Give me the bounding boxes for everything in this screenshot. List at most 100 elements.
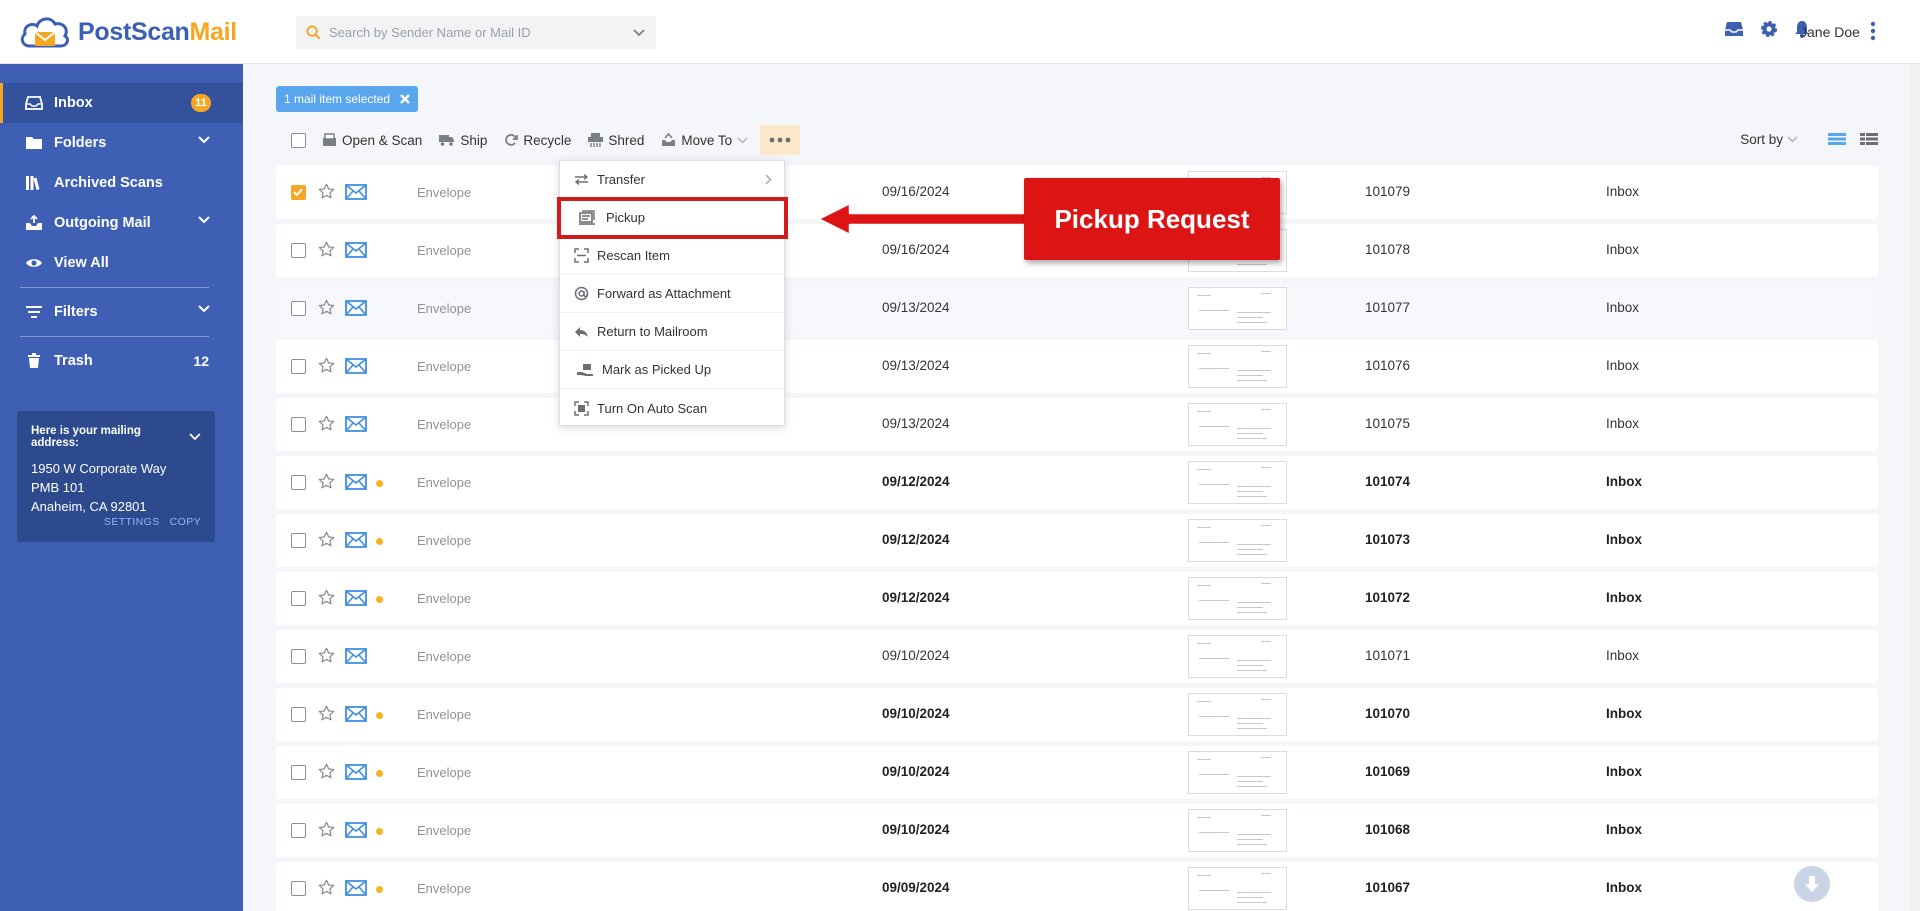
app-logo[interactable]: PostScanMail [18,12,237,52]
menu-item-return-mailroom[interactable]: Return to Mailroom [560,313,784,351]
row-checkbox[interactable] [291,765,306,780]
mail-thumbnail[interactable] [1188,461,1287,504]
star-icon[interactable] [318,589,335,606]
menu-item-mark-picked-up[interactable]: Mark as Picked Up [560,351,784,389]
envelope-icon [345,822,367,838]
sidebar-item-outgoing-mail[interactable]: Outgoing Mail [0,203,243,243]
star-icon[interactable] [318,763,335,780]
menu-item-transfer[interactable]: Transfer [560,161,784,199]
sidebar-item-inbox[interactable]: Inbox 11 [0,83,243,123]
row-checkbox[interactable] [291,591,306,606]
row-checkbox[interactable] [291,185,306,200]
detail-view-icon[interactable] [1860,132,1878,146]
open-scan-button[interactable]: Open & Scan [322,133,422,148]
move-to-button[interactable]: Move To [661,133,748,148]
mail-thumbnail[interactable] [1188,751,1287,794]
row-checkbox[interactable] [291,243,306,258]
star-icon[interactable] [318,647,335,664]
star-icon[interactable] [318,705,335,722]
inbox-tray-icon[interactable] [1724,21,1744,37]
sort-by-dropdown[interactable]: Sort by [1740,132,1798,147]
envelope-icon [345,300,367,316]
sidebar-item-label: View All [54,255,109,271]
close-icon[interactable] [400,94,410,104]
page-scrollbar[interactable] [1910,64,1920,911]
chevron-down-icon[interactable] [197,304,211,314]
row-checkbox[interactable] [291,475,306,490]
row-checkbox[interactable] [291,881,306,896]
mail-row[interactable]: Envelope 09/13/2024 101075 Inbox [276,398,1878,451]
mail-thumbnail[interactable] [1188,809,1287,852]
list-view-icon[interactable] [1828,132,1846,146]
select-all-checkbox[interactable] [291,132,306,148]
mail-row[interactable]: Envelope 09/12/2024 101073 Inbox [276,514,1878,567]
search-input[interactable] [329,25,632,40]
callout-arrow-icon [816,201,1028,237]
scroll-down-button[interactable] [1794,866,1830,902]
sort-by-label: Sort by [1740,132,1783,147]
star-icon[interactable] [318,879,335,896]
mail-thumbnail[interactable] [1188,693,1287,736]
mail-row[interactable]: Envelope 09/10/2024 101070 Inbox [276,688,1878,741]
star-icon[interactable] [318,531,335,548]
row-checkbox[interactable] [291,533,306,548]
mail-thumbnail[interactable] [1188,345,1287,388]
mail-row[interactable]: Envelope 09/13/2024 101076 Inbox [276,340,1878,393]
row-checkbox[interactable] [291,359,306,374]
mail-row[interactable]: Envelope 09/12/2024 101074 Inbox [276,456,1878,509]
row-checkbox[interactable] [291,707,306,722]
mail-thumbnail[interactable] [1188,403,1287,446]
mail-row[interactable]: Envelope 09/13/2024 101077 Inbox [276,282,1878,335]
mail-thumbnail[interactable] [1188,519,1287,562]
menu-item-forward-attachment[interactable]: Forward as Attachment [560,275,784,313]
star-icon[interactable] [318,183,335,200]
mail-id: 101079 [1365,184,1411,199]
chevron-down-icon[interactable] [197,135,211,145]
menu-item-auto-scan[interactable]: Turn On Auto Scan [560,389,784,427]
row-checkbox[interactable] [291,301,306,316]
address-copy-link[interactable]: COPY [170,516,201,528]
mail-row[interactable]: Envelope 09/10/2024 101068 Inbox [276,804,1878,857]
ship-button[interactable]: Ship [439,133,487,148]
mail-date: 09/10/2024 [882,648,950,663]
more-actions-button[interactable] [760,125,801,155]
star-icon[interactable] [318,473,335,490]
logo-text: PostScanMail [78,17,237,46]
row-checkbox[interactable] [291,823,306,838]
mail-thumbnail[interactable] [1188,635,1287,678]
sidebar-item-view-all[interactable]: View All [0,243,243,283]
envelope-icon [345,474,367,490]
gear-icon[interactable] [1760,20,1778,38]
chevron-down-icon[interactable] [632,28,646,38]
star-icon[interactable] [318,415,335,432]
star-icon[interactable] [318,299,335,316]
row-checkbox[interactable] [291,649,306,664]
mail-date: 09/12/2024 [882,474,950,489]
sidebar-item-archived-scans[interactable]: Archived Scans [0,163,243,203]
menu-item-rescan[interactable]: Rescan Item [560,237,784,275]
sidebar-item-trash[interactable]: Trash 12 [0,341,243,381]
chevron-down-icon[interactable] [189,433,201,441]
mail-thumbnail[interactable] [1188,287,1287,330]
mail-row[interactable]: Envelope 09/10/2024 101069 Inbox [276,746,1878,799]
mail-row[interactable]: Envelope 09/09/2024 101067 Inbox [276,862,1878,911]
mail-thumbnail[interactable] [1188,577,1287,620]
mail-thumbnail[interactable] [1188,867,1287,910]
sidebar-item-filters[interactable]: Filters [0,292,243,332]
mail-row[interactable]: Envelope 09/10/2024 101071 Inbox [276,630,1878,683]
kebab-menu-icon[interactable] [1870,21,1876,41]
shred-button[interactable]: Shred [588,133,644,148]
callout-label: Pickup Request [1054,203,1250,234]
user-name[interactable]: Jane Doe [1800,24,1860,40]
mail-row[interactable]: Envelope 09/12/2024 101072 Inbox [276,572,1878,625]
star-icon[interactable] [318,241,335,258]
recycle-button[interactable]: Recycle [504,133,571,148]
star-icon[interactable] [318,821,335,838]
row-checkbox[interactable] [291,417,306,432]
envelope-scan-icon [323,133,336,146]
chevron-down-icon[interactable] [197,215,211,225]
address-settings-link[interactable]: SETTINGS [104,516,160,528]
star-icon[interactable] [318,357,335,374]
search-bar[interactable] [296,16,656,49]
sidebar-item-folders[interactable]: Folders [0,123,243,163]
